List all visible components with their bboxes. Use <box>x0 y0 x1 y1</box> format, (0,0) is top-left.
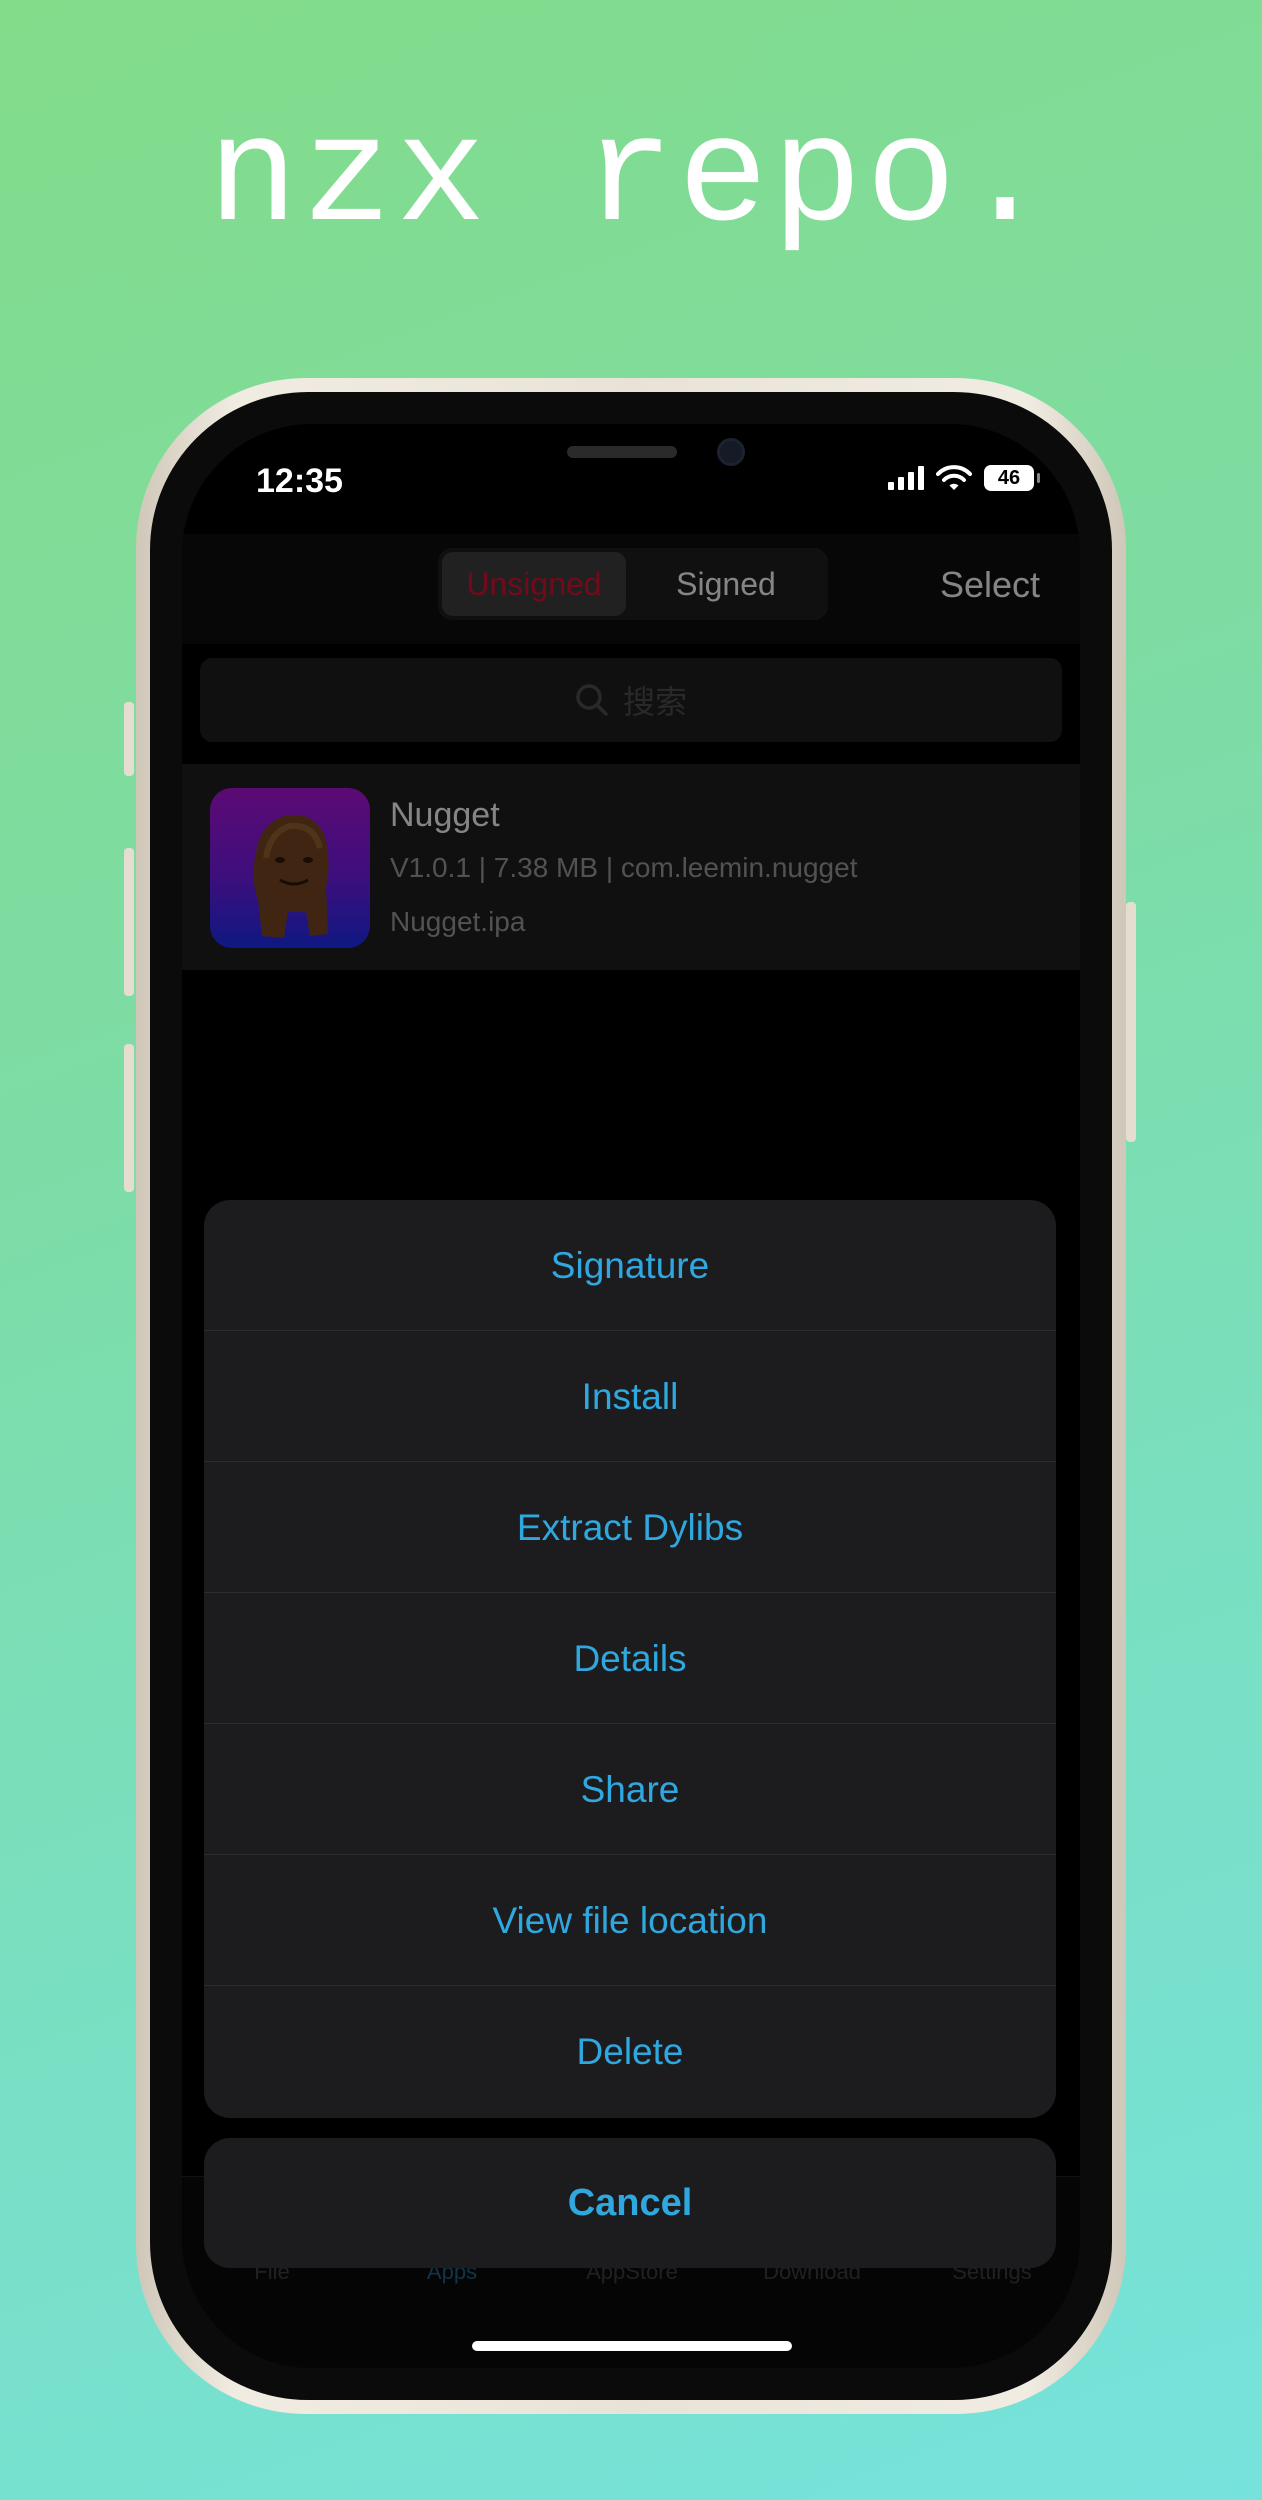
volume-up-button <box>124 848 134 996</box>
phone-screen: 12:35 46 Unsigned Signed Select 搜索 Nugge… <box>182 424 1080 2368</box>
action-sheet: Signature Install Extract Dylibs Details… <box>204 1200 1056 2118</box>
power-button <box>1126 902 1136 1142</box>
action-install[interactable]: Install <box>204 1331 1056 1462</box>
action-share[interactable]: Share <box>204 1724 1056 1855</box>
battery-icon: 46 <box>984 465 1040 491</box>
volume-down-button <box>124 1044 134 1192</box>
headline: nzx repo. <box>207 95 1055 265</box>
cancel-button[interactable]: Cancel <box>204 2138 1056 2268</box>
home-indicator[interactable] <box>472 2341 792 2351</box>
action-signature[interactable]: Signature <box>204 1200 1056 1331</box>
status-time: 12:35 <box>256 462 343 500</box>
action-delete[interactable]: Delete <box>204 1986 1056 2117</box>
mute-switch <box>124 702 134 776</box>
wifi-icon <box>936 465 972 490</box>
notch <box>390 424 872 500</box>
action-extract-dylibs[interactable]: Extract Dylibs <box>204 1462 1056 1593</box>
action-details[interactable]: Details <box>204 1593 1056 1724</box>
speaker-grille <box>567 446 677 458</box>
front-camera <box>717 438 745 466</box>
action-view-file-location[interactable]: View file location <box>204 1855 1056 1986</box>
status-icons: 46 <box>888 464 1040 492</box>
signal-icon <box>888 466 924 490</box>
